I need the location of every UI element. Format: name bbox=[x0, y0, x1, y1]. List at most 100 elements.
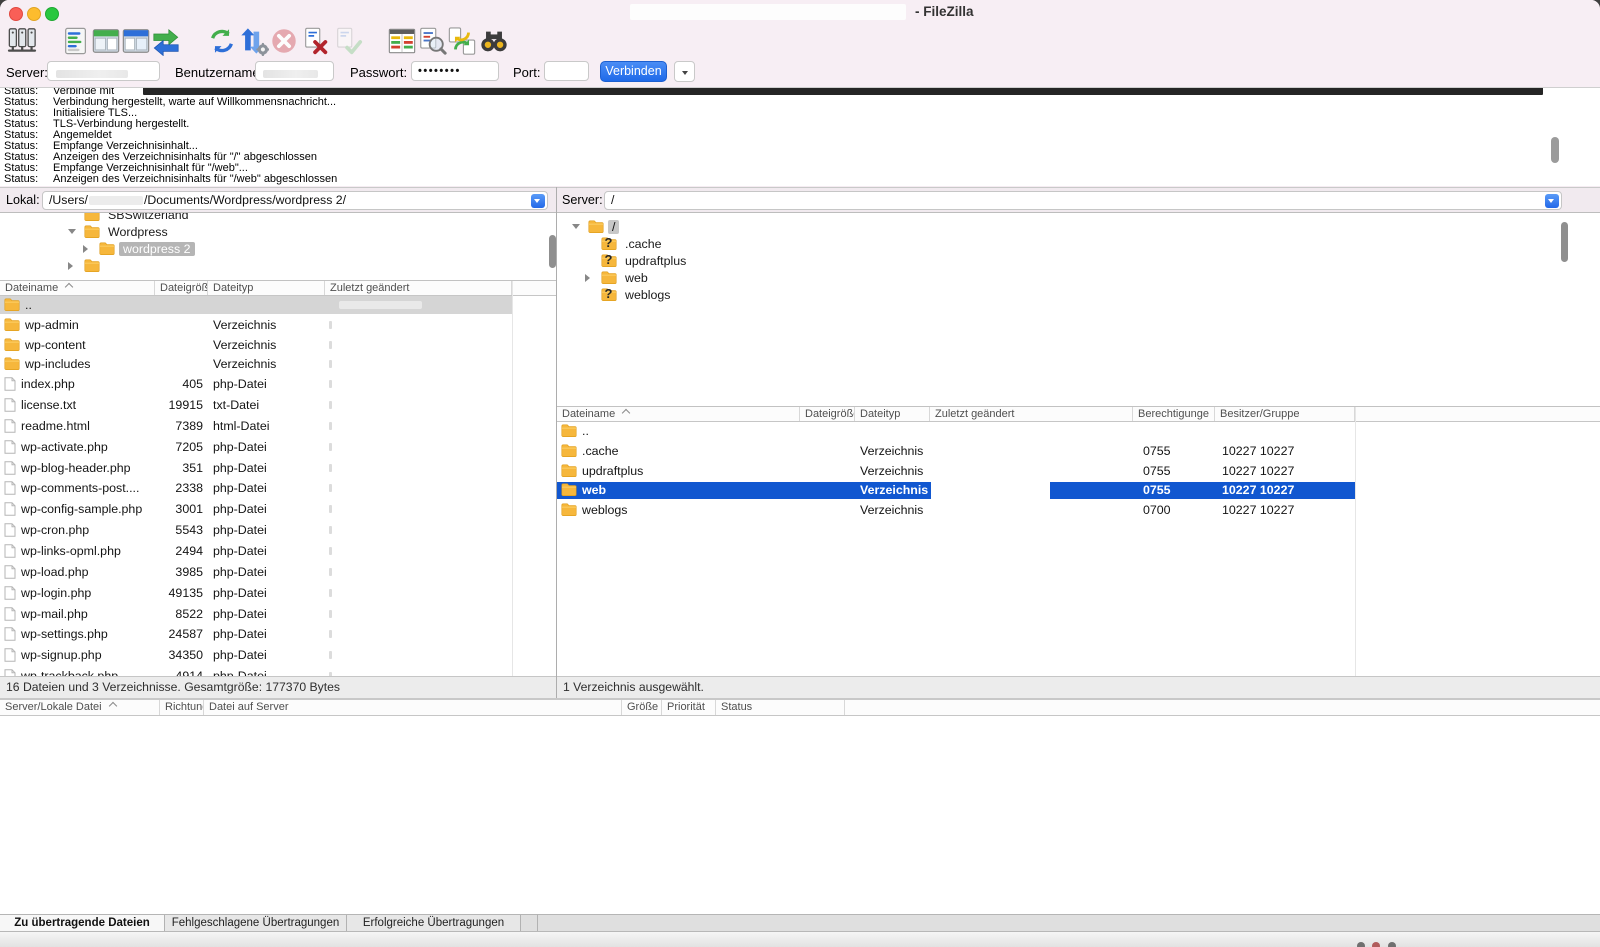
site-manager-button[interactable] bbox=[7, 26, 37, 56]
column-header-priorität[interactable]: Priorität bbox=[662, 700, 716, 715]
username-input[interactable] bbox=[255, 61, 334, 81]
process-queue-icon bbox=[239, 26, 269, 56]
tab-fehlgeschlagene-übertragungen[interactable]: Fehlgeschlagene Übertragungen bbox=[165, 915, 347, 931]
file-row-weblogs[interactable]: weblogsVerzeichnis070010227 10227 bbox=[557, 501, 1355, 519]
column-header-besitzer/gruppe[interactable]: Besitzer/Gruppe bbox=[1215, 407, 1355, 421]
log-line: Status:Verbindung hergestellt, warte auf… bbox=[0, 96, 1600, 107]
tab-zu-übertragende-dateien[interactable]: Zu übertragende Dateien bbox=[0, 915, 165, 931]
remote-path-combobox[interactable]: / bbox=[604, 191, 1562, 210]
column-header-status[interactable]: Status bbox=[716, 700, 845, 715]
file-modified bbox=[325, 459, 512, 477]
tree-item-.cache[interactable]: ?.cache bbox=[557, 235, 1600, 252]
pane-splitter[interactable] bbox=[556, 187, 557, 698]
reconnect-button[interactable] bbox=[333, 26, 363, 56]
file-row-wp-blog-header.php[interactable]: wp-blog-header.php351php-Datei bbox=[0, 459, 512, 477]
file-row-index.php[interactable]: index.php405php-Datei bbox=[0, 375, 512, 393]
column-header-datei-auf-server[interactable]: Datei auf Server bbox=[204, 700, 622, 715]
file-icon bbox=[4, 648, 16, 662]
file-row-..[interactable]: .. bbox=[557, 422, 1355, 440]
chevron-right-icon[interactable] bbox=[68, 262, 73, 270]
tree-item-web[interactable]: web bbox=[557, 269, 1600, 286]
column-header-zuletzt-geändert[interactable]: Zuletzt geändert bbox=[930, 407, 1133, 421]
tab-erfolgreiche-übertragungen[interactable]: Erfolgreiche Übertragungen bbox=[347, 915, 521, 931]
local-tree-scrollbar[interactable] bbox=[549, 235, 556, 268]
chevron-right-icon[interactable] bbox=[83, 245, 88, 253]
filename-filter-button[interactable] bbox=[417, 26, 447, 56]
column-header-server/lokale-datei[interactable]: Server/Lokale Datei bbox=[0, 700, 160, 715]
tree-item-unnamed[interactable] bbox=[0, 257, 556, 274]
file-row-..[interactable]: .. bbox=[0, 296, 512, 314]
refresh-button[interactable] bbox=[207, 26, 237, 56]
directory-comparison-button[interactable] bbox=[387, 26, 417, 56]
column-header-dateiname[interactable]: Dateiname bbox=[557, 407, 800, 421]
cancel-button[interactable] bbox=[269, 26, 299, 56]
column-header-dateigröße[interactable]: Dateigröße bbox=[155, 281, 208, 295]
transfer-queue-button[interactable] bbox=[151, 26, 181, 56]
file-row-web[interactable]: webVerzeichnis075510227 10227 bbox=[557, 482, 1355, 500]
server-input[interactable] bbox=[47, 61, 160, 81]
redacted-date bbox=[329, 422, 332, 430]
tree-item-label: / bbox=[608, 220, 619, 234]
remote-path-dropdown-button[interactable] bbox=[1545, 194, 1560, 209]
minimize-window-button[interactable] bbox=[27, 7, 41, 21]
file-row-wp-includes[interactable]: wp-includesVerzeichnis bbox=[0, 356, 512, 374]
column-header-richtung[interactable]: Richtung bbox=[160, 700, 204, 715]
chevron-right-icon[interactable] bbox=[585, 274, 590, 282]
file-row-wp-activate.php[interactable]: wp-activate.php7205php-Datei bbox=[0, 438, 512, 456]
file-row-license.txt[interactable]: license.txt19915txt-Datei bbox=[0, 396, 512, 414]
file-row-readme.html[interactable]: readme.html7389html-Datei bbox=[0, 417, 512, 435]
tree-item-sbswitzerland[interactable]: SBSwitzerland bbox=[0, 213, 556, 223]
tree-item-updraftplus[interactable]: ?updraftplus bbox=[557, 252, 1600, 269]
local-path-prefix: /Users/ bbox=[49, 193, 88, 207]
tree-item-wordpress-2[interactable]: wordpress 2 bbox=[0, 240, 556, 257]
column-header-größe[interactable]: Größe bbox=[622, 700, 662, 715]
file-type: php-Datei bbox=[208, 563, 325, 581]
file-row-wp-login.php[interactable]: wp-login.php49135php-Datei bbox=[0, 584, 512, 602]
file-row-wp-trackback.php[interactable]: wp-trackback.php4914php-Datei bbox=[0, 667, 512, 676]
file-row-.cache[interactable]: .cacheVerzeichnis075510227 10227 bbox=[557, 442, 1355, 460]
connect-dropdown-button[interactable] bbox=[674, 61, 695, 82]
password-input[interactable]: •••••••• bbox=[411, 61, 499, 81]
column-header-dateityp[interactable]: Dateityp bbox=[208, 281, 325, 295]
chevron-down-icon[interactable] bbox=[572, 224, 580, 229]
file-row-wp-config-sample.php[interactable]: wp-config-sample.php3001php-Datei bbox=[0, 500, 512, 518]
tree-item-/[interactable]: / bbox=[557, 218, 1600, 235]
port-input[interactable] bbox=[544, 61, 589, 81]
file-row-wp-comments-post....[interactable]: wp-comments-post....2338php-Datei bbox=[0, 480, 512, 498]
chevron-down-icon bbox=[1548, 199, 1554, 203]
column-header-zuletzt-geändert[interactable]: Zuletzt geändert bbox=[325, 281, 512, 295]
local-path-combobox[interactable]: /Users//Documents/Wordpress/wordpress 2/ bbox=[42, 191, 548, 210]
file-row-wp-admin[interactable]: wp-adminVerzeichnis bbox=[0, 316, 512, 334]
remote-tree-scrollbar[interactable] bbox=[1561, 222, 1568, 262]
log-scrollbar[interactable] bbox=[1551, 137, 1559, 163]
tree-item-wordpress[interactable]: Wordpress bbox=[0, 223, 556, 240]
process-queue-button[interactable] bbox=[239, 26, 269, 56]
message-log-button[interactable] bbox=[61, 26, 91, 56]
remote-pane-button[interactable] bbox=[121, 26, 151, 56]
file-name: wp-login.php bbox=[21, 586, 91, 600]
file-name: wp-includes bbox=[25, 357, 90, 371]
remote-directory-tree: /?.cache?updraftplusweb?weblogs bbox=[557, 213, 1600, 407]
local-path-dropdown-button[interactable] bbox=[531, 194, 546, 209]
tree-item-weblogs[interactable]: ?weblogs bbox=[557, 286, 1600, 303]
find-files-button[interactable] bbox=[479, 26, 509, 56]
file-row-wp-settings.php[interactable]: wp-settings.php24587php-Datei bbox=[0, 626, 512, 644]
file-row-wp-links-opml.php[interactable]: wp-links-opml.php2494php-Datei bbox=[0, 542, 512, 560]
file-row-wp-load.php[interactable]: wp-load.php3985php-Datei bbox=[0, 563, 512, 581]
zoom-window-button[interactable] bbox=[45, 7, 59, 21]
synchronized-browsing-button[interactable] bbox=[447, 26, 477, 56]
column-header-dateigröße[interactable]: Dateigröße bbox=[800, 407, 855, 421]
column-header-dateiname[interactable]: Dateiname bbox=[0, 281, 155, 295]
file-row-wp-signup.php[interactable]: wp-signup.php34350php-Datei bbox=[0, 646, 512, 664]
column-header-dateityp[interactable]: Dateityp bbox=[855, 407, 930, 421]
file-row-wp-content[interactable]: wp-contentVerzeichnis bbox=[0, 336, 512, 354]
chevron-down-icon[interactable] bbox=[68, 229, 76, 234]
file-row-wp-cron.php[interactable]: wp-cron.php5543php-Datei bbox=[0, 521, 512, 539]
column-header-berechtigunge[interactable]: Berechtigunge bbox=[1133, 407, 1215, 421]
file-row-updraftplus[interactable]: updraftplusVerzeichnis075510227 10227 bbox=[557, 462, 1355, 480]
close-window-button[interactable] bbox=[9, 7, 23, 21]
disconnect-button[interactable] bbox=[301, 26, 331, 56]
connect-button[interactable]: Verbinden bbox=[600, 61, 667, 82]
file-row-wp-mail.php[interactable]: wp-mail.php8522php-Datei bbox=[0, 605, 512, 623]
local-pane-button[interactable] bbox=[91, 26, 121, 56]
